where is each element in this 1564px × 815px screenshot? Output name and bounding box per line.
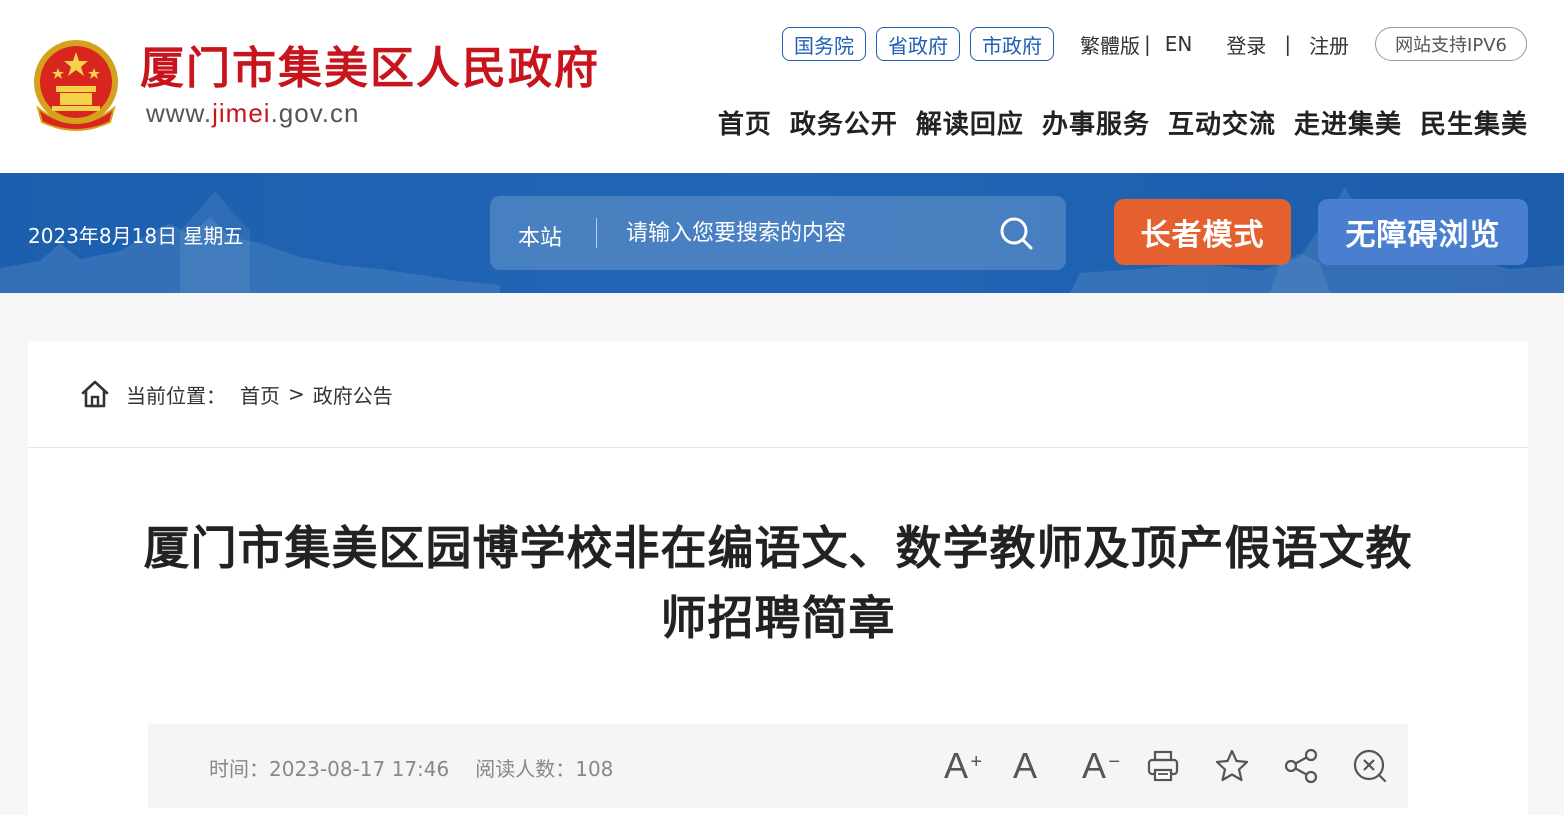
national-emblem-icon[interactable] [30, 38, 122, 132]
print-icon[interactable] [1143, 746, 1183, 786]
breadcrumb-home-link[interactable]: 首页 [240, 380, 280, 409]
top-links: 国务院 省政府 市政府 繁體版 | EN 登录 | 注册 网站支持IPV6 [781, 26, 1527, 62]
share-icon[interactable] [1281, 746, 1321, 786]
nav-item-livelihood[interactable]: 民生集美 [1420, 104, 1528, 141]
article-tools: A + A A − [936, 746, 1390, 786]
register-link[interactable]: 注册 [1309, 30, 1349, 59]
reads-label: 阅读人数： [475, 757, 576, 781]
traditional-chinese-link[interactable]: 繁體版 [1080, 30, 1140, 59]
main-nav: 首页 政务公开 解读回应 办事服务 互动交流 走进集美 民生集美 [718, 104, 1528, 141]
divider [28, 447, 1528, 448]
site-url: www.jimei.gov.cn [146, 98, 359, 129]
star-icon[interactable] [1212, 746, 1252, 786]
search-input[interactable] [626, 214, 986, 252]
content-card: 当前位置： 首页 > 政府公告 厦门市集美区园博学校非在编语文、数学教师及顶产假… [28, 341, 1528, 815]
publish-time: 2023-08-17 17:46 [269, 757, 450, 781]
read-count: 108 [575, 757, 614, 781]
nav-item-interaction[interactable]: 互动交流 [1168, 104, 1276, 141]
site-url-suffix: .gov.cn [270, 98, 360, 128]
search-divider [596, 218, 597, 248]
breadcrumb-current-link[interactable]: 政府公告 [313, 380, 393, 409]
ipv6-badge[interactable]: 网站支持IPV6 [1375, 27, 1527, 61]
close-icon[interactable] [1350, 746, 1390, 786]
font-increase-icon[interactable]: A + [936, 746, 982, 786]
breadcrumb: 当前位置： 首页 > 政府公告 [80, 379, 393, 409]
current-date: 2023年8月18日 星期五 [28, 224, 244, 248]
nav-item-home[interactable]: 首页 [718, 104, 772, 141]
site-url-highlight: jimei [212, 98, 271, 128]
font-decrease-icon[interactable]: A − [1074, 746, 1120, 786]
search-banner: 2023年8月18日 星期五 本站 长者模式 无障碍浏览 [0, 173, 1564, 293]
font-reset-icon[interactable]: A [1005, 746, 1045, 786]
home-icon[interactable] [80, 379, 110, 409]
state-council-link[interactable]: 国务院 [781, 27, 866, 61]
nav-item-about-jimei[interactable]: 走进集美 [1294, 104, 1402, 141]
article-meta-bar: 时间：2023-08-17 17:46 阅读人数：108 A + A A − [148, 724, 1408, 808]
search-scope-select[interactable]: 本站 [518, 220, 562, 252]
site-url-prefix: www. [146, 98, 213, 128]
accessibility-button[interactable]: 无障碍浏览 [1318, 199, 1528, 265]
nav-item-interpretation[interactable]: 解读回应 [916, 104, 1024, 141]
city-gov-link[interactable]: 市政府 [969, 27, 1054, 61]
divider: | [1143, 32, 1151, 56]
site-name[interactable]: 厦门市集美区人民政府 [140, 40, 600, 98]
nav-item-services[interactable]: 办事服务 [1042, 104, 1150, 141]
time-label: 时间： [209, 757, 269, 781]
site-header: 厦门市集美区人民政府 www.jimei.gov.cn 国务院 省政府 市政府 … [0, 0, 1564, 173]
english-link[interactable]: EN [1165, 32, 1193, 56]
province-gov-link[interactable]: 省政府 [875, 27, 960, 61]
article-meta: 时间：2023-08-17 17:46 阅读人数：108 [209, 753, 613, 782]
login-link[interactable]: 登录 [1226, 30, 1266, 59]
divider: | [1284, 32, 1292, 56]
search-icon[interactable] [998, 215, 1034, 251]
breadcrumb-separator: > [288, 382, 305, 406]
nav-item-gov-affairs[interactable]: 政务公开 [790, 104, 898, 141]
article-title: 厦门市集美区园博学校非在编语文、数学教师及顶产假语文教师招聘简章 [143, 521, 1413, 645]
elder-mode-button[interactable]: 长者模式 [1114, 199, 1291, 265]
breadcrumb-label: 当前位置： [126, 383, 226, 408]
search-box: 本站 [490, 196, 1066, 270]
